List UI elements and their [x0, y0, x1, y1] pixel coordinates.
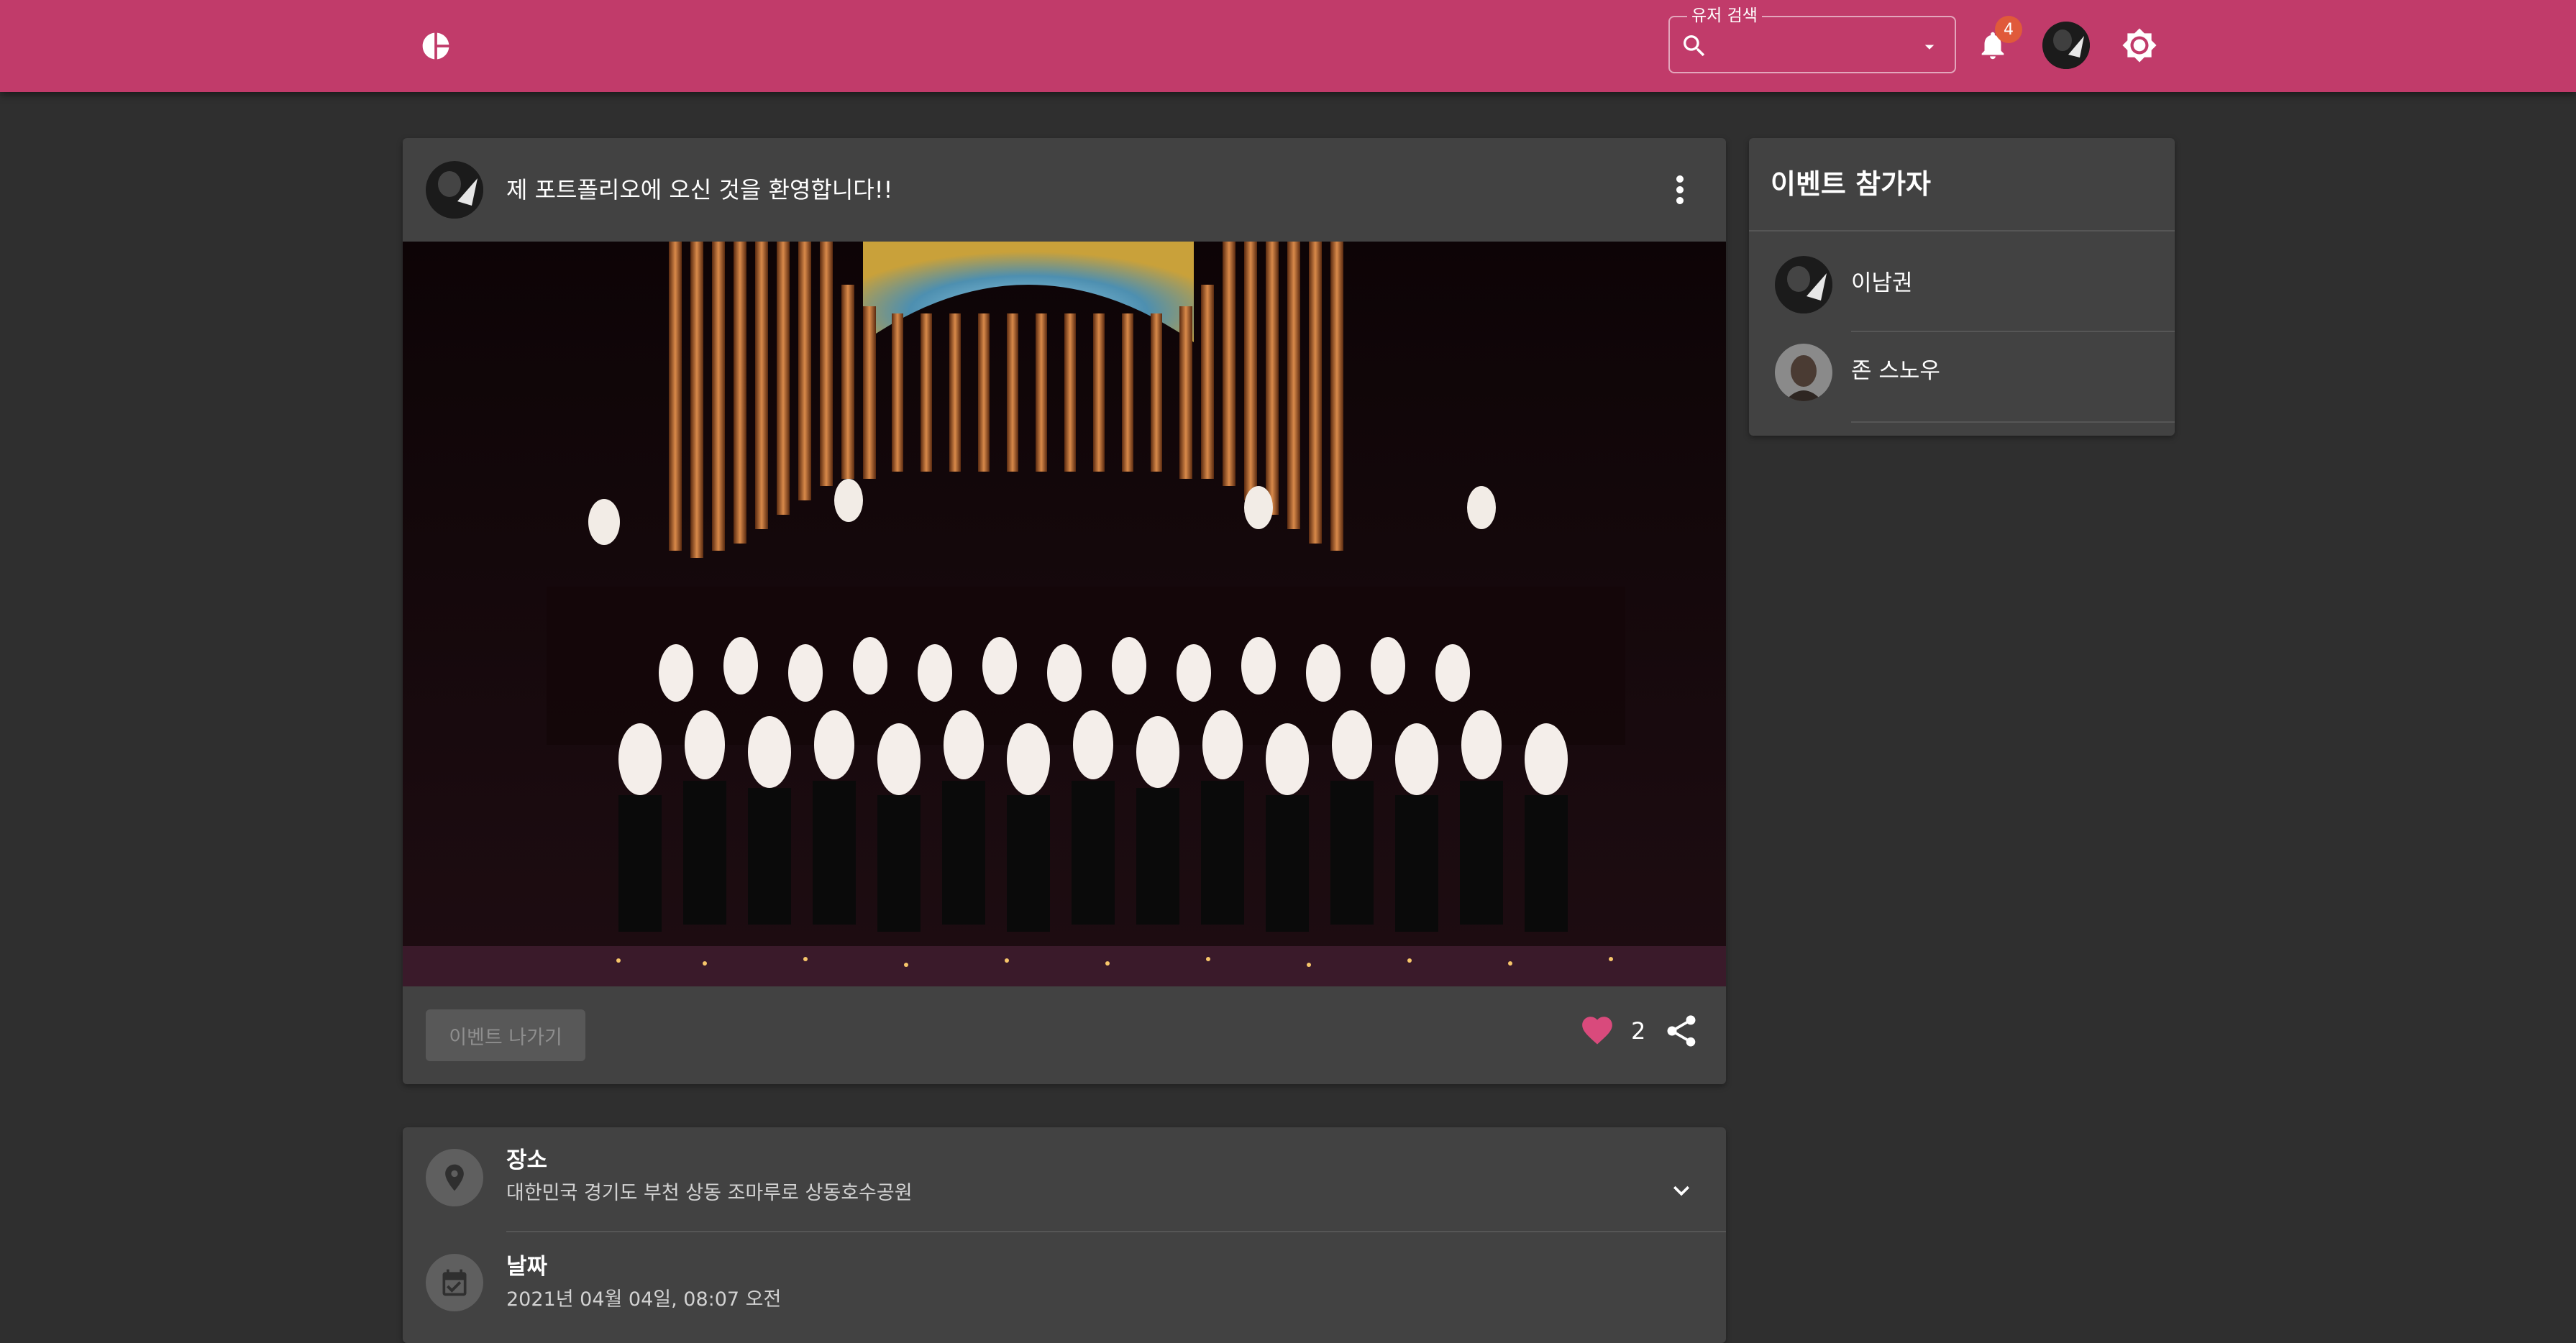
post-title: 제 포트폴리오에 오신 것을 환영합니다!!	[506, 176, 893, 203]
date-value: 2021년 04월 04일, 08:07 오전	[506, 1288, 782, 1311]
divider	[1851, 331, 2175, 332]
leave-event-button[interactable]: 이벤트 나가기	[426, 1009, 585, 1061]
event-details-card: 장소 대한민국 경기도 부천 상동 조마루로 상동호수공원 날짜 2021년 0…	[403, 1127, 1726, 1343]
brightness-icon[interactable]	[2121, 27, 2157, 63]
heart-icon[interactable]	[1579, 1012, 1615, 1048]
like-count: 2	[1631, 1017, 1646, 1045]
participant-avatar	[1775, 344, 1832, 401]
post-actions	[403, 986, 1726, 1084]
post-header: 제 포트폴리오에 오신 것을 환영합니다!!	[403, 138, 1726, 242]
user-search-field[interactable]: 유저 검색	[1668, 6, 1956, 73]
notification-badge: 4	[1995, 16, 2022, 43]
participant-item[interactable]: 이남권	[1749, 243, 2175, 328]
arrow-drop-down-icon[interactable]	[1919, 36, 1940, 58]
location-pin-icon	[445, 1164, 464, 1191]
date-label: 날짜	[506, 1254, 548, 1280]
participant-name: 이남권	[1851, 270, 1913, 296]
location-label: 장소	[506, 1147, 548, 1173]
share-icon[interactable]	[1663, 1012, 1700, 1050]
location-avatar	[426, 1149, 483, 1206]
search-icon	[1684, 35, 1705, 57]
participant-item[interactable]: 존 스노우	[1749, 334, 2175, 418]
author-avatar[interactable]	[426, 161, 483, 219]
participant-avatar	[1775, 256, 1832, 313]
date-avatar	[426, 1254, 483, 1311]
divider	[1851, 421, 2175, 423]
app-bar: 유저 검색 4	[0, 0, 2576, 92]
calendar-icon	[442, 1269, 467, 1296]
chevron-down-icon[interactable]	[1666, 1175, 1697, 1206]
divider	[506, 1231, 1726, 1232]
post-actions-bar: 이벤트 나가기 2	[403, 848, 1726, 1061]
event-participants-card: 이벤트 참가자 이남권 존 스노우	[1749, 138, 2175, 436]
participant-name: 존 스노우	[1851, 358, 1940, 384]
search-label: 유저 검색	[1687, 6, 1762, 26]
chart-pie-icon[interactable]	[420, 30, 452, 62]
search-input[interactable]	[1714, 29, 1901, 62]
more-vert-icon[interactable]	[1658, 168, 1702, 211]
divider	[1749, 230, 2175, 232]
participants-title: 이벤트 참가자	[1771, 168, 1931, 200]
user-avatar[interactable]	[2042, 22, 2090, 69]
location-value: 대한민국 경기도 부천 상동 조마루로 상동호수공원	[506, 1182, 913, 1204]
